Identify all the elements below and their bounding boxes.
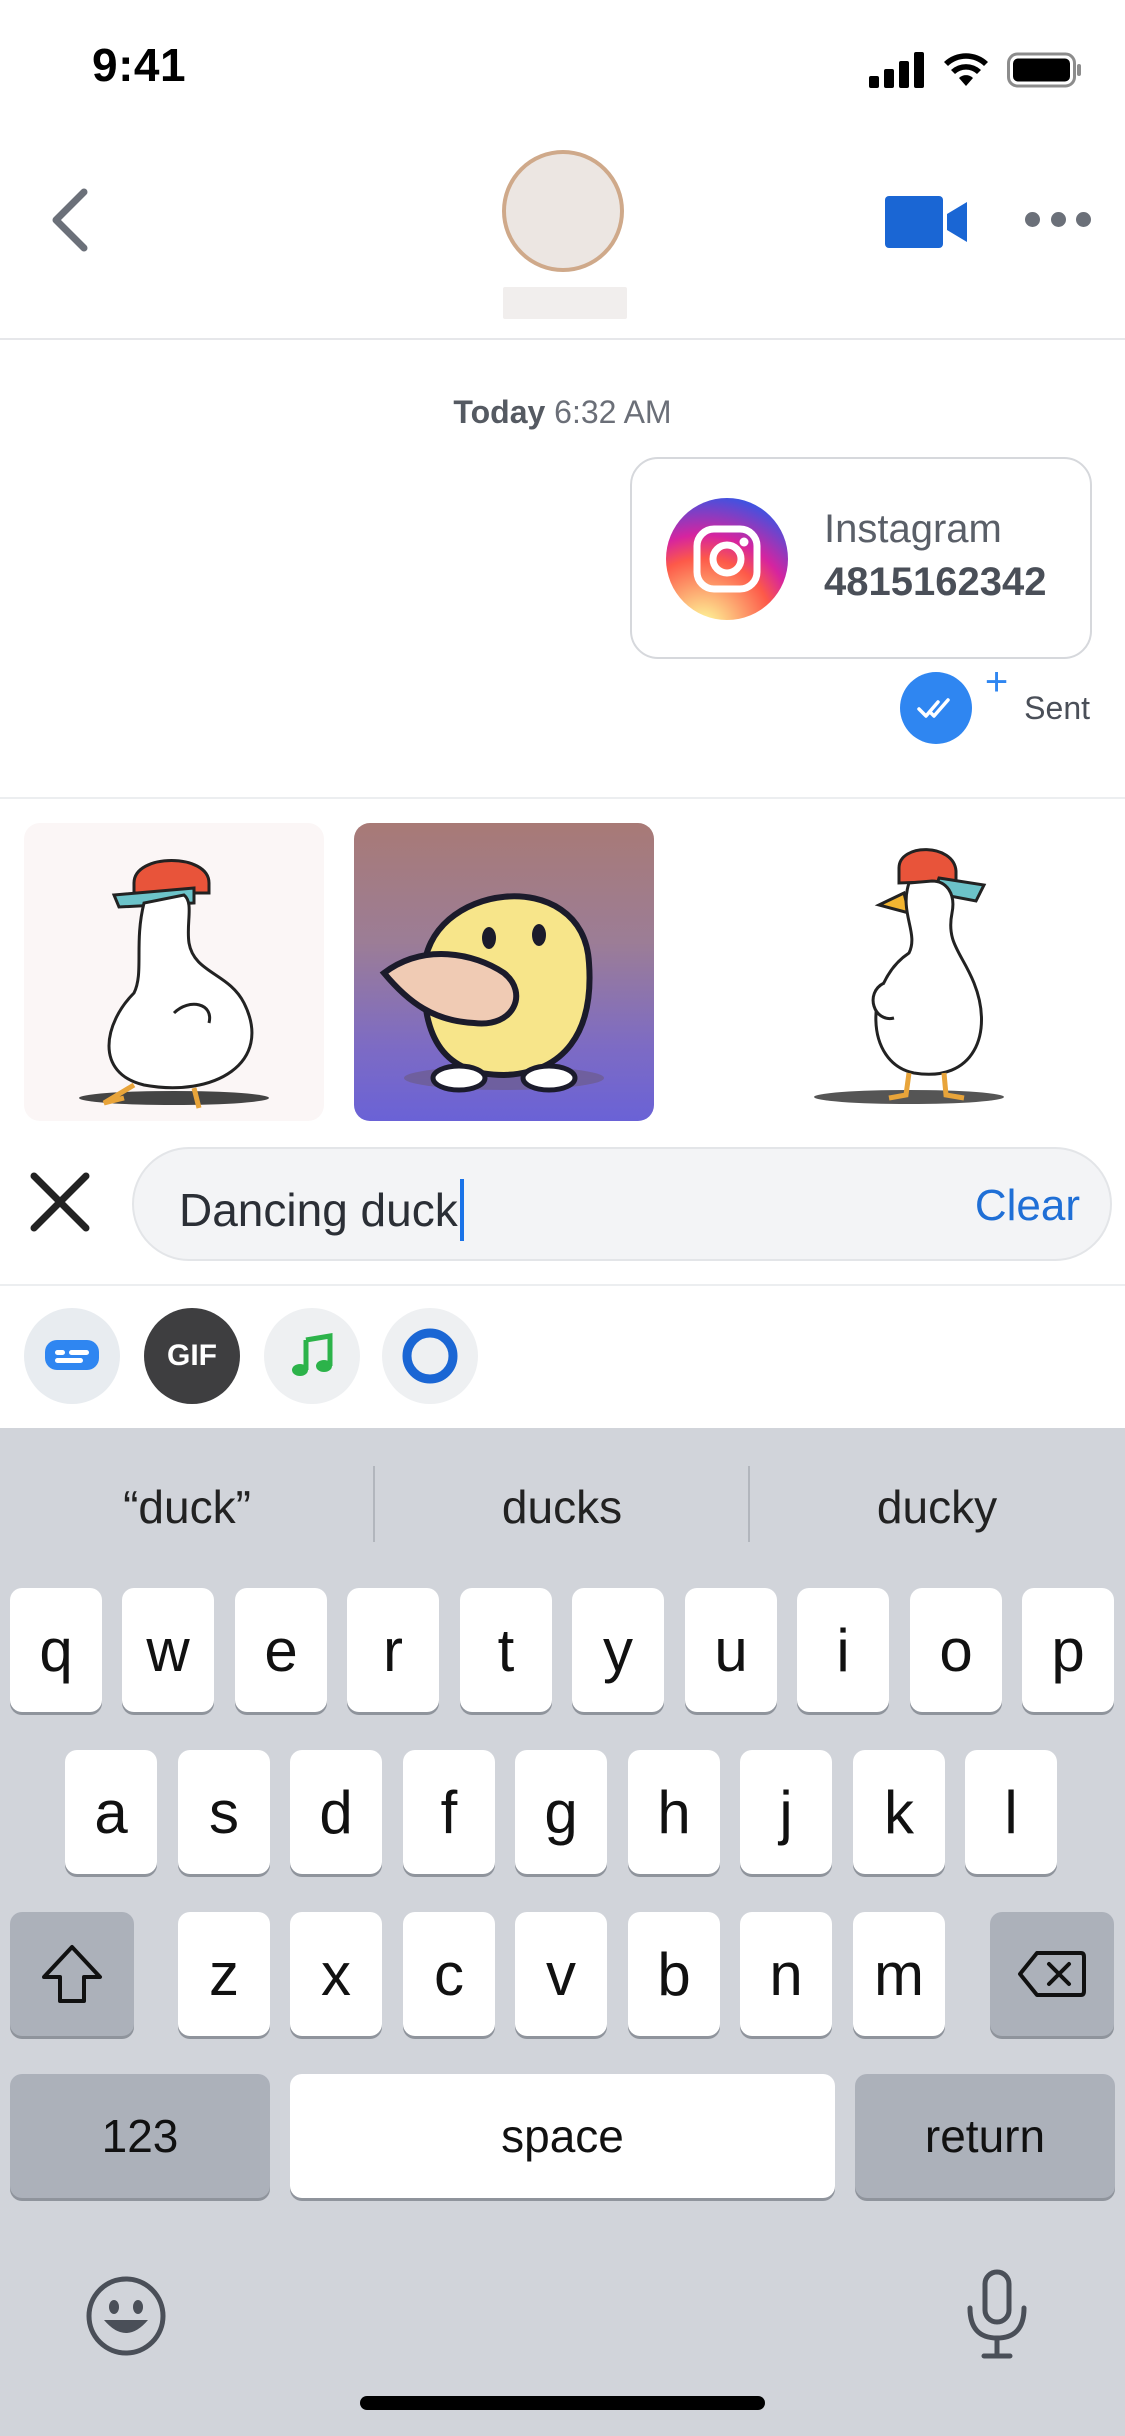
predictive-suggestions: “duck” ducks ducky [0,1428,1125,1578]
key-a[interactable]: a [65,1750,157,1874]
sticker-category-button[interactable] [24,1308,120,1404]
duck-walking-image [814,848,1004,1104]
key-r[interactable]: r [347,1588,439,1712]
timestamp-time: 6:32 AM [554,394,672,430]
microphone-icon[interactable] [962,2268,1032,2362]
key-d[interactable]: d [290,1750,382,1874]
suggestion-divider [748,1466,750,1542]
ios-keyboard: “duck” ducks ducky q w e r t y u i o p a… [0,1428,1125,2436]
video-camera-icon [885,196,967,248]
battery-icon [1007,52,1081,88]
card-number: 4815162342 [824,560,1047,604]
conversation-header [0,140,1125,340]
text-caret [459,1179,464,1241]
sent-label: Sent [1024,689,1090,726]
status-time: 9:41 [92,39,187,91]
space-key[interactable]: space [290,2074,835,2198]
delete-key[interactable] [990,1912,1114,2036]
chevron-left-icon [52,188,88,252]
key-e[interactable]: e [235,1588,327,1712]
gif-result-2[interactable] [354,823,654,1121]
key-i[interactable]: i [797,1588,889,1712]
clear-search-button[interactable]: Clear [975,1181,1080,1231]
back-button[interactable] [40,180,100,260]
key-p[interactable]: p [1022,1588,1114,1712]
sent-badge: + [900,660,1008,744]
key-q[interactable]: q [10,1588,102,1712]
video-call-button[interactable] [885,192,969,252]
delivery-status: + Sent [900,660,1090,744]
return-key[interactable]: return [855,2074,1115,2198]
gif-result-1[interactable] [24,823,324,1121]
key-z[interactable]: z [178,1912,270,2036]
avatar[interactable] [502,150,624,272]
suggestion-divider [373,1466,375,1542]
key-h[interactable]: h [628,1750,720,1874]
shift-icon [42,1945,102,2003]
key-v[interactable]: v [515,1912,607,2036]
message-card-icon [45,1340,99,1370]
instagram-icon [666,498,788,620]
more-dot [1050,211,1066,227]
circle-category-button[interactable] [382,1308,478,1404]
key-c[interactable]: c [403,1912,495,2036]
shared-contact-card[interactable]: Instagram 4815162342 [630,457,1092,659]
key-o[interactable]: o [910,1588,1002,1712]
key-u[interactable]: u [685,1588,777,1712]
message-timestamp: Today 6:32 AM [0,394,1125,431]
key-l[interactable]: l [965,1750,1057,1874]
key-k[interactable]: k [853,1750,945,1874]
gif-results [0,797,1125,1122]
wifi-icon [944,53,988,86]
suggestion-2[interactable]: ducks [412,1480,712,1534]
duck-dancing-image [79,859,269,1109]
key-w[interactable]: w [122,1588,214,1712]
contact-name-placeholder [503,287,627,319]
more-dot [1076,211,1091,227]
backspace-icon [1018,1951,1086,1997]
more-dot [1025,211,1040,227]
home-indicator[interactable] [360,2396,765,2410]
key-x[interactable]: x [290,1912,382,2036]
message-thread: Today 6:32 AM Instagram 4815162342 + Sen… [0,342,1125,797]
status-bar: 9:41 [0,0,1125,140]
gif-search-input[interactable]: Dancing duck Clear [132,1147,1112,1261]
gif-search-bar: Dancing duck Clear [0,1122,1125,1286]
emoji-icon[interactable] [84,2274,168,2358]
key-g[interactable]: g [515,1750,607,1874]
search-text-wrapper: Dancing duck [179,1179,464,1241]
double-check-icon [900,672,973,744]
key-j[interactable]: j [740,1750,832,1874]
keyboard-bottom-bar [0,2238,1125,2388]
status-icons [869,50,1083,90]
close-search-button[interactable] [28,1170,92,1234]
cellular-signal-icon [869,52,924,88]
gif-result-3[interactable] [684,823,1125,1121]
key-n[interactable]: n [740,1912,832,2036]
key-t[interactable]: t [460,1588,552,1712]
search-query: Dancing duck [179,1184,458,1236]
numbers-key[interactable]: 123 [10,2074,270,2198]
key-m[interactable]: m [853,1912,945,2036]
gif-category-button[interactable]: GIF [144,1308,240,1404]
shift-key[interactable] [10,1912,134,2036]
suggestion-1[interactable]: “duck” [37,1480,337,1534]
close-icon [30,1172,90,1232]
more-options-button[interactable] [1025,204,1091,234]
timestamp-day: Today [453,394,546,430]
yellow-duck-image [379,893,604,1093]
music-category-button[interactable] [264,1308,360,1404]
music-note-icon [292,1333,333,1376]
key-f[interactable]: f [403,1750,495,1874]
plus-icon: + [984,660,1009,704]
suggestion-3[interactable]: ducky [787,1480,1087,1534]
key-b[interactable]: b [628,1912,720,2036]
card-service-label: Instagram [824,507,1002,551]
attachment-categories: GIF [0,1286,1125,1428]
key-y[interactable]: y [572,1588,664,1712]
card-text: Instagram 4815162342 [824,507,1046,605]
ring-icon [402,1328,458,1384]
key-s[interactable]: s [178,1750,270,1874]
